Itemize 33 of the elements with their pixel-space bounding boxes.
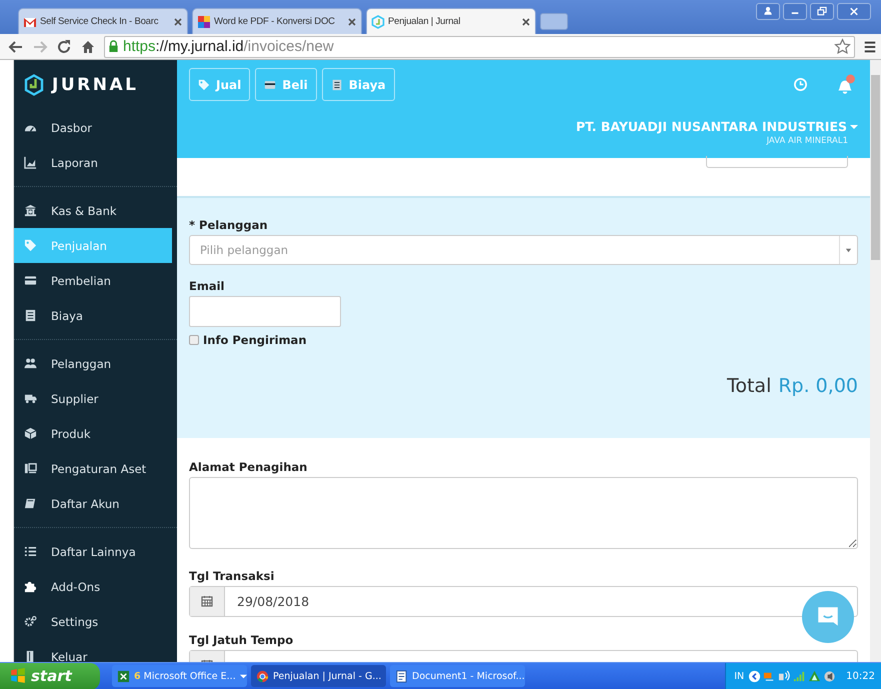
- total-label: Total: [726, 375, 772, 397]
- taskbar-button[interactable]: Document1 - Microsof...: [390, 665, 525, 687]
- sidebar-item[interactable]: Dasbor: [14, 110, 172, 145]
- address-field[interactable]: https://my.jurnal.id/invoices/new: [104, 36, 855, 58]
- checkbox-label: Info Pengiriman: [203, 333, 307, 347]
- field-label: Email: [189, 279, 226, 293]
- clock-time: 10:22: [846, 670, 875, 682]
- sidebar-item[interactable]: Pembelian: [14, 263, 172, 298]
- field-label: * Pelanggan: [189, 218, 269, 232]
- browser-tab[interactable]: Word ke PDF - Konversi DOC: [192, 8, 362, 34]
- total-amount: Rp. 0,00: [778, 375, 858, 397]
- sidebar-item[interactable]: Kas & Bank: [14, 193, 172, 228]
- taskbar-button[interactable]: 6 Microsoft Office E...: [112, 665, 247, 687]
- sidebar-item[interactable]: Daftar Akun: [14, 486, 172, 521]
- taskbar-button[interactable]: Penjualan | Jurnal - G...: [251, 665, 386, 687]
- sidebar-item[interactable]: Pelanggan: [14, 346, 172, 381]
- field-label: Alamat Penagihan: [189, 460, 308, 474]
- sidebar-item[interactable]: Add-Ons: [14, 569, 172, 604]
- field-label: Tgl Transaksi: [189, 569, 276, 583]
- sidebar-item[interactable]: Daftar Lainnya: [14, 534, 172, 569]
- browser-tab[interactable]: Self Service Check In - Boarc: [18, 8, 188, 34]
- sidebar-item[interactable]: Produk: [14, 416, 172, 451]
- sidebar-item[interactable]: Keluar: [14, 639, 172, 662]
- field-label: Tgl Jatuh Tempo: [189, 633, 294, 647]
- sidebar-item[interactable]: Laporan: [14, 145, 172, 180]
- sidebar-item[interactable]: Pengaturan Aset: [14, 451, 172, 486]
- company-subtitle: JAVA AIR MINERAL1: [766, 136, 849, 146]
- sidebar-item[interactable]: Biaya: [14, 298, 172, 333]
- browser-tab[interactable]: Penjualan | Jurnal: [366, 8, 536, 34]
- logo-text: JURNAL: [52, 75, 138, 95]
- sidebar-item[interactable]: Supplier: [14, 381, 172, 416]
- sidebar-item[interactable]: Settings: [14, 604, 172, 639]
- date-field[interactable]: 29/08/2018: [189, 586, 858, 617]
